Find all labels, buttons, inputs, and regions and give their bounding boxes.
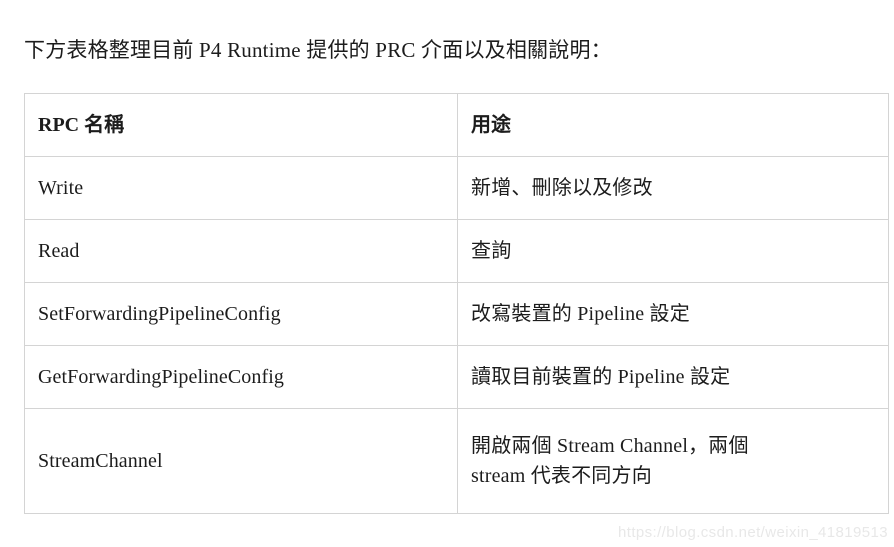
table-row: GetForwardingPipelineConfig 讀取目前裝置的 Pipe… [24, 345, 889, 409]
column-header-rpc-name: RPC 名稱 [24, 93, 458, 157]
table-row: SetForwardingPipelineConfig 改寫裝置的 Pipeli… [24, 282, 889, 346]
table-header: RPC 名稱 用途 [24, 93, 889, 157]
purpose-line: stream 代表不同方向 [471, 465, 652, 487]
column-header-purpose: 用途 [457, 93, 889, 157]
table-body: Write 新增、刪除以及修改 Read 查詢 SetForwardingPip… [24, 156, 889, 514]
purpose-line: 新增、刪除以及修改 [471, 177, 653, 199]
cell-rpc-name: Write [24, 156, 458, 220]
cell-rpc-name: StreamChannel [24, 408, 458, 514]
cell-rpc-name: Read [24, 219, 458, 283]
purpose-line: 讀取目前裝置的 Pipeline 設定 [471, 366, 731, 388]
table-row: Read 查詢 [24, 219, 889, 283]
document-page: 下方表格整理目前 P4 Runtime 提供的 PRC 介面以及相關說明： RP… [0, 0, 894, 547]
table-row: Write 新增、刪除以及修改 [24, 156, 889, 220]
cell-purpose: 查詢 [457, 219, 889, 283]
purpose-line: 開啟兩個 Stream Channel，兩個 [471, 435, 749, 457]
table-row: StreamChannel 開啟兩個 Stream Channel，兩個 str… [24, 408, 889, 514]
watermark: https://blog.csdn.net/weixin_41819513 [618, 524, 888, 541]
table-header-row: RPC 名稱 用途 [24, 93, 889, 157]
cell-rpc-name: GetForwardingPipelineConfig [24, 345, 458, 409]
cell-purpose: 讀取目前裝置的 Pipeline 設定 [457, 345, 889, 409]
cell-purpose: 開啟兩個 Stream Channel，兩個 stream 代表不同方向 [457, 408, 889, 514]
purpose-line: 查詢 [471, 240, 512, 262]
cell-rpc-name: SetForwardingPipelineConfig [24, 282, 458, 346]
rpc-interface-table: RPC 名稱 用途 Write 新增、刪除以及修改 Read 查詢 SetFor… [24, 93, 889, 514]
cell-purpose: 新增、刪除以及修改 [457, 156, 889, 220]
cell-purpose: 改寫裝置的 Pipeline 設定 [457, 282, 889, 346]
intro-paragraph: 下方表格整理目前 P4 Runtime 提供的 PRC 介面以及相關說明： [24, 38, 612, 62]
purpose-line: 改寫裝置的 Pipeline 設定 [471, 303, 690, 325]
